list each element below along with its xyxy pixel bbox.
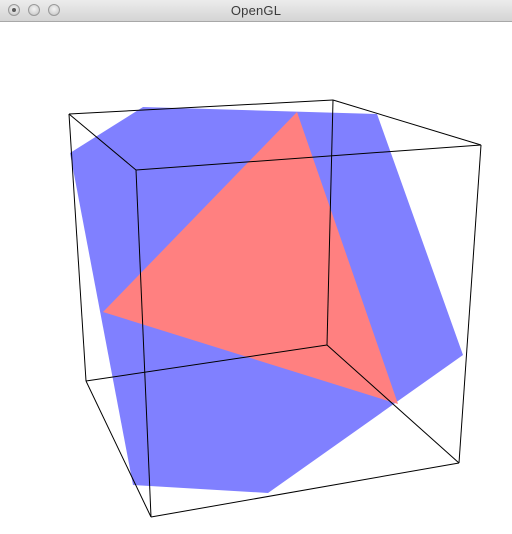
title-bar[interactable]: OpenGL <box>0 0 512 22</box>
scene-canvas <box>68 99 482 518</box>
window-title: OpenGL <box>230 3 282 18</box>
cube-edge <box>458 144 482 464</box>
gl-viewport[interactable] <box>0 22 512 534</box>
opengl-window: OpenGL <box>0 0 512 534</box>
